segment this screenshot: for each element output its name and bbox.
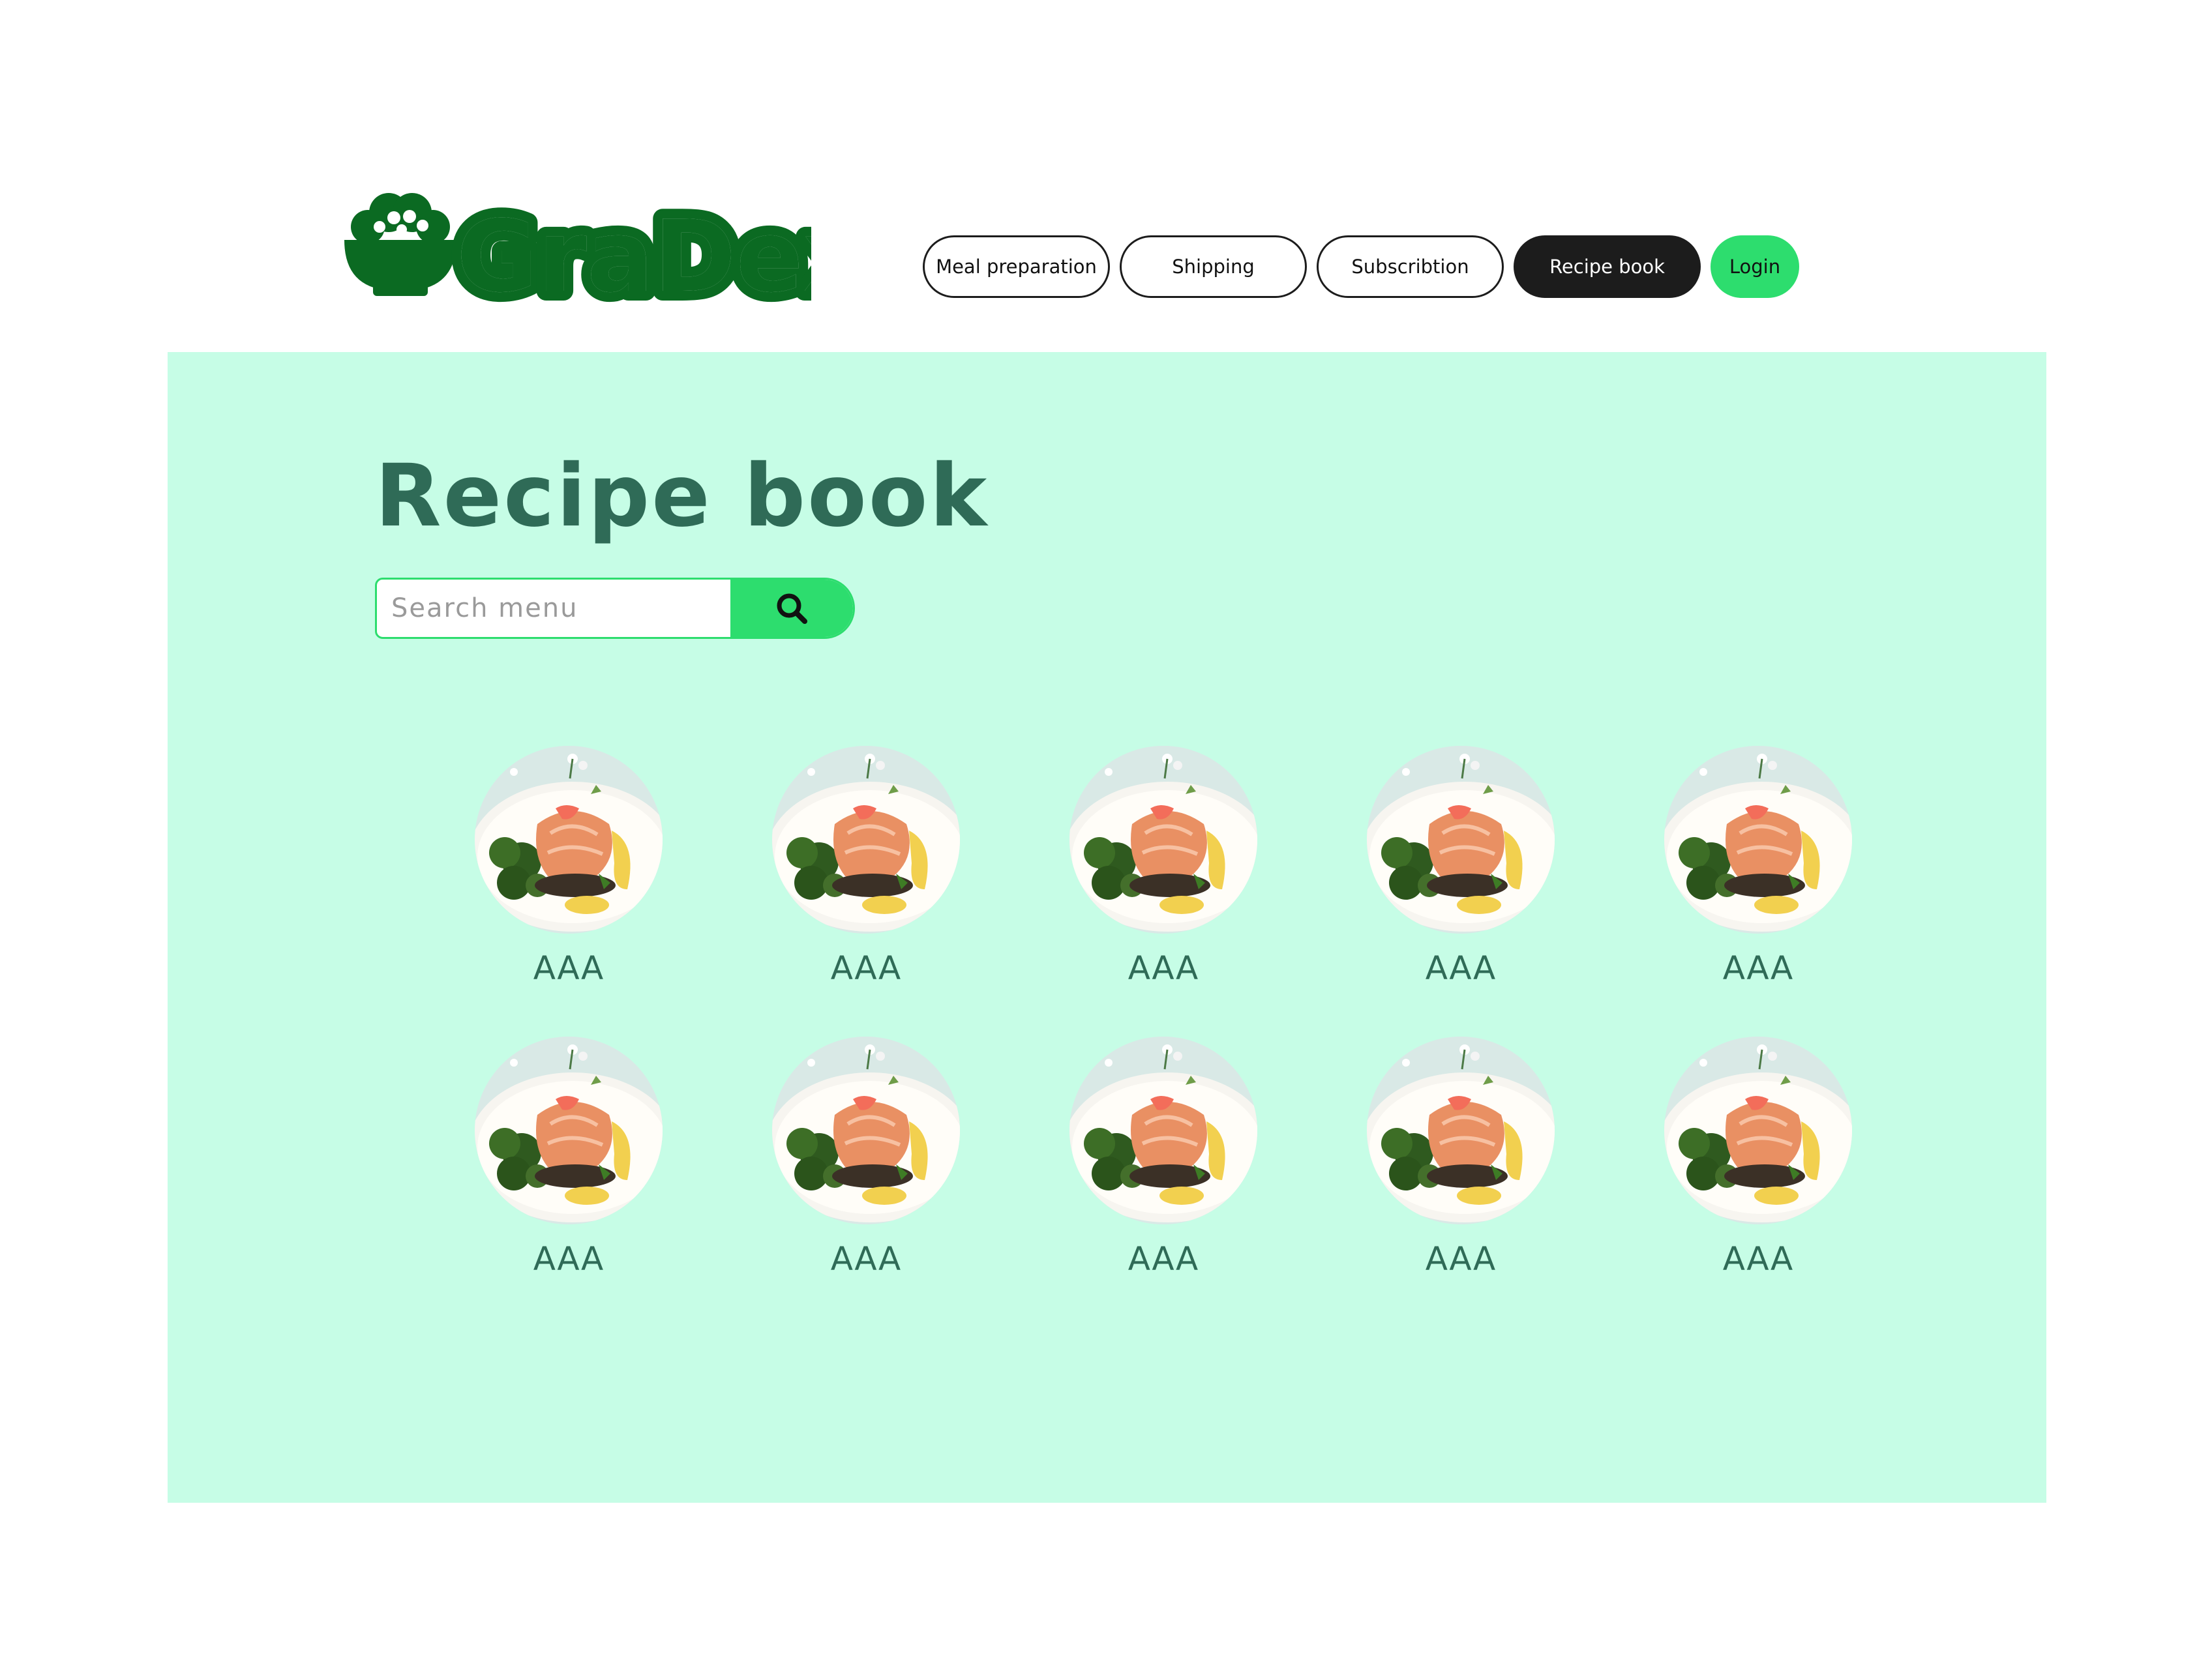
recipe-card[interactable]: AAA xyxy=(768,1037,964,1297)
recipe-card[interactable]: AAA xyxy=(1066,746,1261,1007)
salmon-dish-image xyxy=(475,746,663,934)
search-input[interactable] xyxy=(377,580,734,637)
recipe-card[interactable]: AAA xyxy=(1660,1037,1856,1297)
svg-text:GraDex: GraDex xyxy=(456,199,811,304)
recipe-book-panel: Recipe book AAA xyxy=(168,352,2046,1503)
recipe-image[interactable] xyxy=(1664,746,1852,934)
salmon-dish-image xyxy=(772,1037,960,1224)
recipe-name: AAA xyxy=(830,949,902,987)
recipe-name: AAA xyxy=(1425,1240,1497,1278)
nav-recipe-book[interactable]: Recipe book xyxy=(1514,235,1701,298)
recipe-image[interactable] xyxy=(1069,746,1257,934)
recipe-image[interactable] xyxy=(1664,1037,1852,1224)
recipe-name: AAA xyxy=(533,1240,605,1278)
recipe-image[interactable] xyxy=(1367,1037,1555,1224)
login-button[interactable]: Login xyxy=(1711,235,1799,298)
rice-bowl-logo-icon: GraDex GraDex xyxy=(344,193,811,304)
recipe-name: AAA xyxy=(1722,949,1794,987)
recipe-image[interactable] xyxy=(772,746,960,934)
nav-meal-preparation[interactable]: Meal preparation xyxy=(923,235,1110,298)
recipe-image[interactable] xyxy=(1069,1037,1257,1224)
recipe-image[interactable] xyxy=(475,1037,663,1224)
recipe-image[interactable] xyxy=(475,746,663,934)
recipe-name: AAA xyxy=(1128,1240,1199,1278)
salmon-dish-image xyxy=(772,746,960,934)
salmon-dish-image xyxy=(1069,1037,1257,1224)
recipe-card[interactable]: AAA xyxy=(471,1037,666,1297)
salmon-dish-image xyxy=(1367,1037,1555,1224)
recipe-card[interactable]: AAA xyxy=(768,746,964,1007)
recipe-name: AAA xyxy=(1425,949,1497,987)
nav-shipping[interactable]: Shipping xyxy=(1120,235,1307,298)
recipe-card[interactable]: AAA xyxy=(471,746,666,1007)
recipe-image[interactable] xyxy=(1367,746,1555,934)
recipe-name: AAA xyxy=(1722,1240,1794,1278)
salmon-dish-image xyxy=(1367,746,1555,934)
recipe-name: AAA xyxy=(533,949,605,987)
recipe-card[interactable]: AAA xyxy=(1363,746,1559,1007)
page-title: Recipe book xyxy=(375,446,989,546)
search-icon xyxy=(777,593,807,624)
salmon-dish-image xyxy=(1664,746,1852,934)
search-button[interactable] xyxy=(730,580,853,637)
search-bar xyxy=(375,578,855,639)
nav-subscription[interactable]: Subscribtion xyxy=(1317,235,1504,298)
salmon-dish-image xyxy=(1069,746,1257,934)
recipe-name: AAA xyxy=(1128,949,1199,987)
recipe-image[interactable] xyxy=(772,1037,960,1224)
salmon-dish-image xyxy=(1664,1037,1852,1224)
brand-logo[interactable]: GraDex GraDex xyxy=(342,193,811,304)
recipe-card[interactable]: AAA xyxy=(1066,1037,1261,1297)
recipe-card[interactable]: AAA xyxy=(1363,1037,1559,1297)
recipe-name: AAA xyxy=(830,1240,902,1278)
recipe-card[interactable]: AAA xyxy=(1660,746,1856,1007)
salmon-dish-image xyxy=(475,1037,663,1224)
